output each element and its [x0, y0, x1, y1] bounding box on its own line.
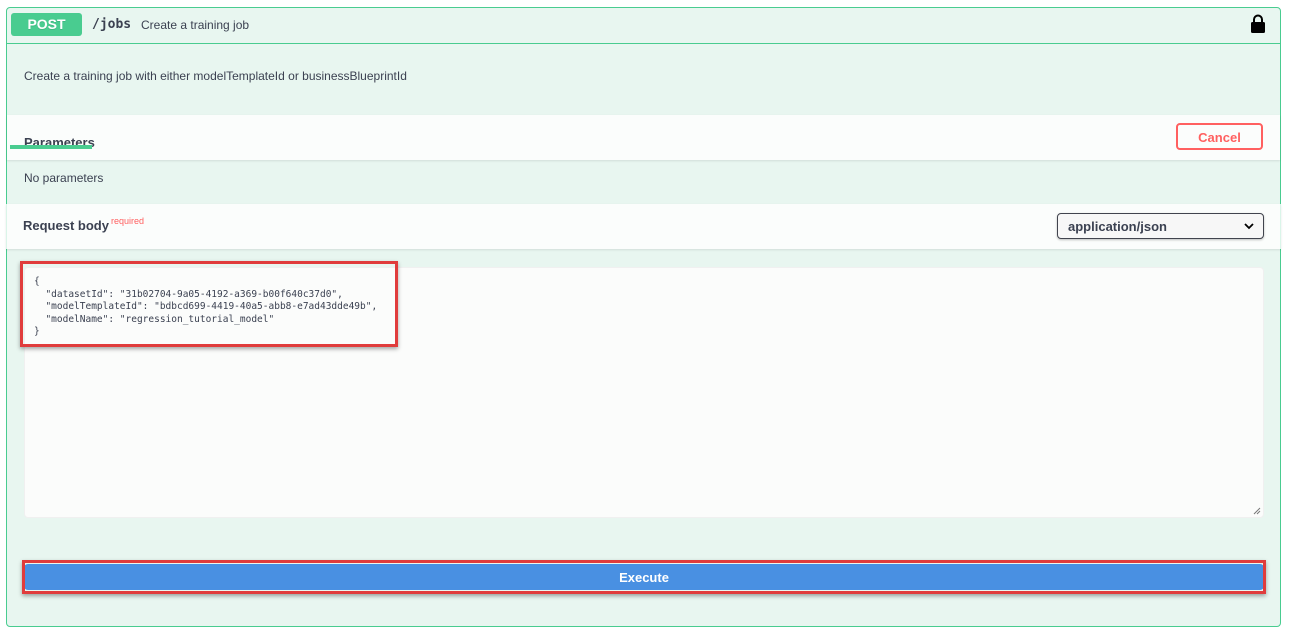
parameters-header: Parameters Cancel: [7, 115, 1280, 160]
execute-highlight-box: [22, 560, 1266, 594]
required-label: required: [111, 216, 145, 226]
method-badge: POST: [11, 13, 82, 36]
resize-grip-icon[interactable]: [1253, 507, 1261, 515]
active-tab-indicator: [10, 145, 92, 149]
endpoint-summary: Create a training job: [141, 18, 250, 32]
lock-icon[interactable]: [1250, 14, 1266, 34]
chevron-down-icon: [1244, 223, 1254, 230]
no-parameters-text: No parameters: [24, 171, 104, 185]
request-body-label: Request body: [23, 218, 109, 233]
operation-description: Create a training job with either modelT…: [24, 69, 407, 83]
code-highlight-box: [20, 261, 398, 347]
cancel-button[interactable]: Cancel: [1176, 123, 1263, 150]
content-type-select[interactable]: application/json: [1057, 213, 1264, 239]
operation-summary[interactable]: POST /jobs Create a training job: [7, 8, 1280, 44]
request-body-header: Request body required application/json: [6, 204, 1281, 249]
endpoint-path: /jobs: [92, 17, 132, 32]
content-type-value: application/json: [1068, 219, 1167, 234]
